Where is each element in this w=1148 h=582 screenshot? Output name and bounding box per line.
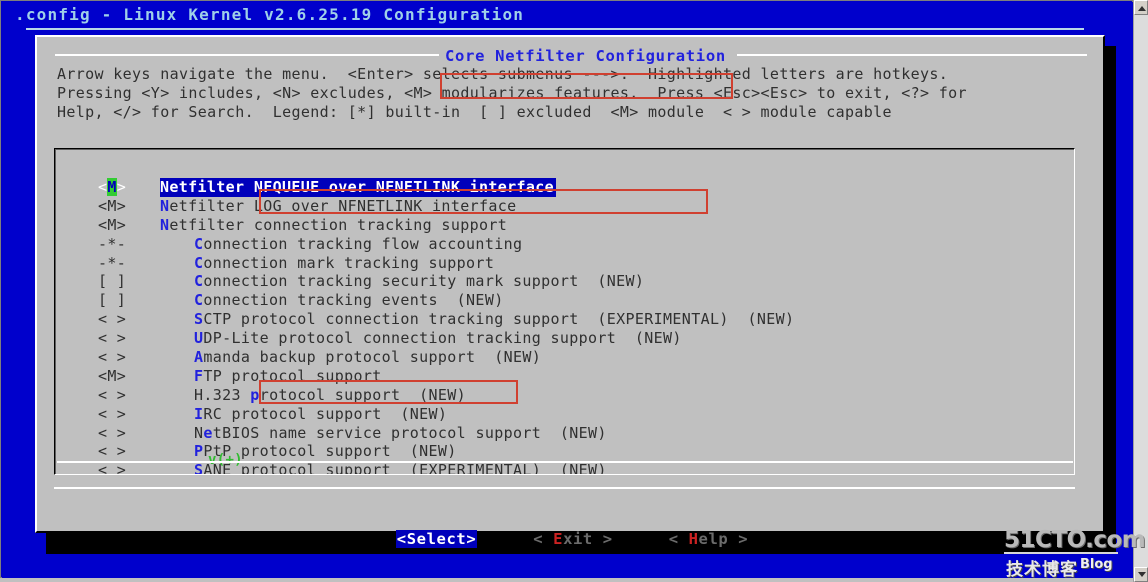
menu-item-label: IRC protocol support (NEW)	[194, 404, 448, 423]
terminal-title-rule	[26, 28, 1084, 30]
menu-item-state: <M>	[98, 196, 127, 215]
menu-item-hotkey: S	[194, 461, 204, 474]
menu-item-state: < >	[98, 404, 127, 423]
menu-item-hotkey: A	[194, 348, 204, 367]
watermark-rule	[1004, 552, 1118, 554]
window-scrollbar[interactable]	[1133, 0, 1148, 582]
terminal-surface: .config - Linux Kernel v2.6.25.19 Config…	[2, 2, 1133, 578]
menu-item-hotkey: C	[194, 291, 204, 310]
dialog-button-e[interactable]: < Exit >	[533, 530, 612, 548]
menu-item-hotkey: C	[194, 234, 204, 253]
menu-bottom-rule	[57, 461, 1073, 463]
button-hotkey: H	[688, 530, 699, 548]
triangle-up-icon	[1138, 6, 1146, 11]
menu-item-state: < >	[98, 442, 127, 461]
watermark-blog-label: Blog	[1080, 557, 1113, 572]
menu-item[interactable]: < > SCTP protocol connection tracking sup…	[56, 310, 1074, 329]
menu-item[interactable]: <M> Netfilter LOG over NFNETLINK interfac…	[56, 197, 1074, 216]
menu-item-label: UDP-Lite protocol connection tracking su…	[194, 329, 682, 348]
menu-item-hotkey: S	[194, 310, 204, 329]
menu-item-label: Connection mark tracking support	[194, 253, 495, 272]
menu-item-state: < >	[98, 310, 127, 329]
menu-item-hotkey: C	[194, 272, 204, 291]
button-separator-rule	[54, 487, 1075, 489]
scroll-up-button[interactable]	[1134, 0, 1148, 15]
menu-item-label: Connection tracking events (NEW)	[194, 291, 504, 310]
scroll-down-marker: v(+)	[208, 452, 243, 468]
screenshot-root: .config - Linux Kernel v2.6.25.19 Config…	[0, 0, 1148, 582]
menu-item-hotkey: C	[194, 253, 204, 272]
menu-cursor: M	[107, 178, 117, 196]
watermark-site: 51CTO.com	[1004, 527, 1146, 553]
dialog-button-s[interactable]: <Select>	[395, 530, 478, 548]
menu-item-state: -*-	[98, 234, 127, 253]
menu-item-state: [ ]	[98, 291, 127, 310]
button-hotkey: E	[553, 530, 564, 548]
menu-item-label: Connection tracking security mark suppor…	[194, 272, 645, 291]
menu-item-state: <M>	[98, 215, 127, 234]
menu-item[interactable]: < > IRC protocol support (NEW)	[56, 405, 1074, 424]
menu-item-hotkey: I	[194, 404, 204, 423]
menu-item[interactable]: < > NetBIOS name service protocol support…	[56, 424, 1074, 443]
menu-item-state: < >	[98, 329, 127, 348]
menu-item-hotkey: U	[194, 329, 204, 348]
menu-item-label: NetBIOS name service protocol support (N…	[194, 423, 607, 442]
menu-item[interactable]: < > UDP-Lite protocol connection tracking…	[56, 329, 1074, 348]
menu-item-hotkey: N	[160, 196, 170, 215]
menu-item-state: [ ]	[98, 272, 127, 291]
menu-item-label: Netfilter LOG over NFNETLINK interface	[160, 196, 517, 215]
menu-item-state: < >	[98, 461, 127, 474]
scroll-down-button[interactable]	[1134, 567, 1148, 582]
menu-listbox[interactable]: <M> Netfilter NFQUEUE over NFNETLINK inte…	[54, 148, 1075, 475]
help-text: Arrow keys navigate the menu. <Enter> se…	[57, 65, 967, 122]
menu-item[interactable]: -*- Connection mark tracking support	[56, 254, 1074, 273]
menu-item-label: Netfilter connection tracking support	[160, 215, 508, 234]
menu-item-state: < >	[98, 385, 127, 404]
menu-item[interactable]: < > H.323 protocol support (NEW)	[56, 386, 1074, 405]
menu-item-hotkey: P	[194, 442, 204, 461]
menu-item-label: H.323 protocol support (NEW)	[194, 385, 467, 404]
menu-item[interactable]: <M> Netfilter connection tracking support	[56, 216, 1074, 235]
dialog-title: Core Netfilter Configuration	[445, 47, 726, 65]
menu-item-state: -*-	[98, 253, 127, 272]
menu-item[interactable]: <M> Netfilter NFQUEUE over NFNETLINK inte…	[56, 178, 1074, 197]
menu-item-hotkey: F	[194, 366, 204, 385]
config-dialog: Core Netfilter Configuration Arrow keys …	[35, 35, 1105, 548]
dialog-header-rule-left	[55, 54, 439, 56]
menu-item-hotkey: N	[160, 215, 170, 234]
menu-item[interactable]: [ ] Connection tracking events (NEW)	[56, 291, 1074, 310]
menu-item-hotkey: e	[203, 423, 213, 442]
menu-rows: <M> Netfilter NFQUEUE over NFNETLINK inte…	[56, 150, 1074, 474]
menu-item-state: < >	[98, 423, 127, 442]
dialog-header-rule-right	[737, 54, 1087, 56]
menu-item-label: SCTP protocol connection tracking suppor…	[194, 310, 795, 329]
menu-item-label: SANE protocol support (EXPERIMENTAL) (NE…	[194, 461, 607, 474]
terminal-title: .config - Linux Kernel v2.6.25.19 Config…	[15, 5, 525, 24]
dialog-buttons: <Select> < Exit > < Help >	[37, 529, 1107, 548]
menu-item-state: < >	[98, 348, 127, 367]
button-hotkey: S	[406, 530, 417, 548]
triangle-down-icon	[1138, 572, 1146, 577]
menu-item-state: <M>	[98, 366, 127, 385]
menu-item-label: Netfilter NFQUEUE over NFNETLINK interfa…	[160, 178, 557, 197]
menu-listbox-inner: <M> Netfilter NFQUEUE over NFNETLINK inte…	[55, 149, 1074, 474]
menu-item-hotkey: N	[160, 178, 170, 196]
dialog-button-h[interactable]: < Help >	[669, 530, 748, 548]
menu-item-label: Connection tracking flow accounting	[194, 234, 523, 253]
menu-item-label: FTP protocol support	[194, 366, 382, 385]
watermark: 51CTO.com 技术博客 Blog	[1004, 527, 1146, 580]
menu-item-hotkey: p	[250, 385, 260, 404]
menu-item[interactable]: [ ] Connection tracking security mark sup…	[56, 272, 1074, 291]
menu-item-state: <M>	[98, 178, 127, 196]
menu-item[interactable]: < > Amanda backup protocol support (NEW)	[56, 348, 1074, 367]
window-frame: .config - Linux Kernel v2.6.25.19 Config…	[0, 0, 1133, 578]
menu-item[interactable]: -*- Connection tracking flow accounting	[56, 235, 1074, 254]
watermark-subtitle: 技术博客	[1006, 560, 1078, 580]
menu-item[interactable]: <M> FTP protocol support	[56, 367, 1074, 386]
menu-item-label: Amanda backup protocol support (NEW)	[194, 348, 542, 367]
